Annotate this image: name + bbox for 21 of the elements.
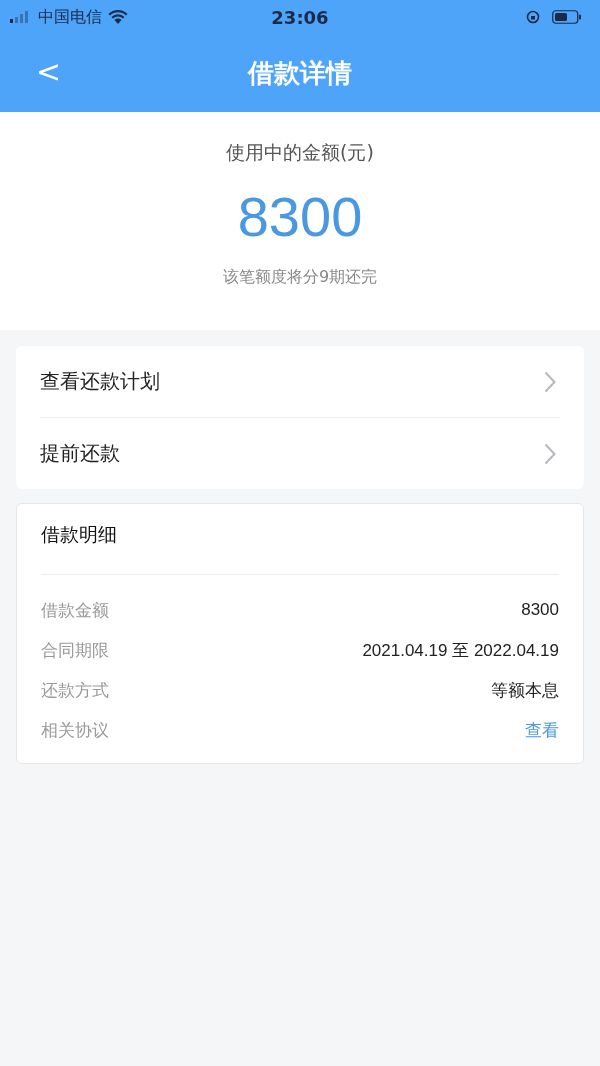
detail-label: 借款金额 [41, 598, 109, 622]
detail-value: 2021.04.19 至 2022.04.19 [362, 639, 559, 662]
installment-note: 该笔额度将分9期还完 [222, 267, 378, 288]
page-title: 借款详情 [248, 56, 352, 90]
menu-item[interactable]: 提前还款 [40, 417, 560, 489]
detail-label: 相关协议 [41, 718, 109, 742]
detail-label: 合同期限 [41, 638, 109, 662]
chevron-right-icon [544, 370, 556, 393]
amount-value: 8300 [237, 184, 363, 249]
chevron-right-icon [544, 442, 556, 465]
rotation-lock-icon [526, 10, 540, 24]
detail-value: 8300 [521, 600, 559, 620]
detail-label: 还款方式 [41, 678, 109, 702]
carrier-name: 中国电信 [38, 6, 102, 28]
battery-icon [552, 10, 582, 24]
clock-time: 23:06 [271, 6, 329, 28]
detail-value: 等额本息 [491, 679, 559, 702]
amount-label: 使用中的金额(元) [226, 140, 374, 165]
details-title: 借款明细 [41, 522, 117, 547]
menu-item[interactable]: 查看还款计划 [40, 346, 560, 417]
wifi-icon [108, 10, 128, 24]
